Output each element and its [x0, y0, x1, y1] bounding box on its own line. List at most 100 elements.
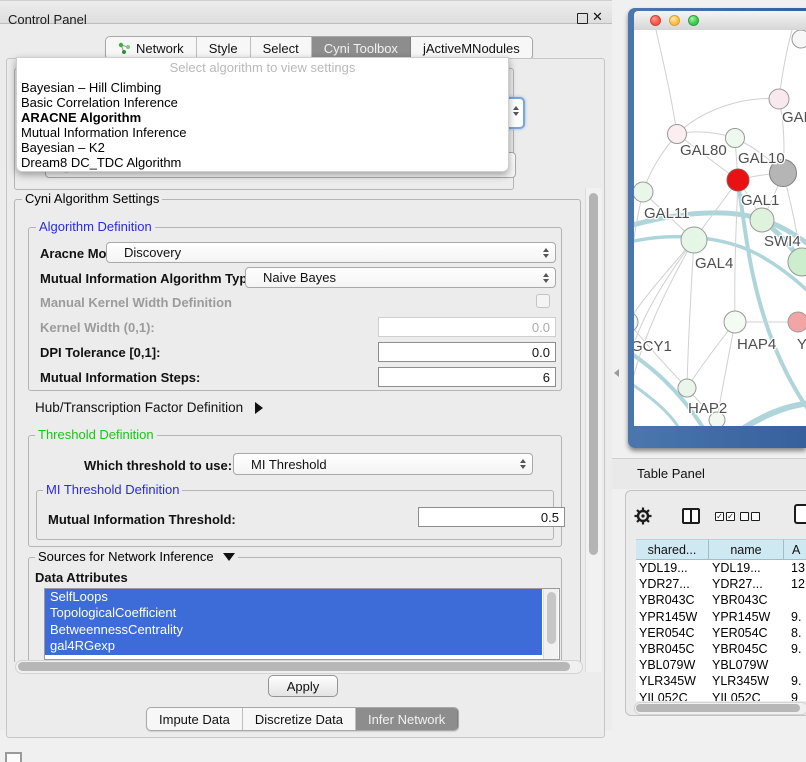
list-item[interactable]: TopologicalCoefficient — [45, 605, 542, 621]
popup-placeholder: Select algorithm to view settings — [17, 58, 508, 80]
table-row[interactable]: YER054CYER054C8. — [636, 625, 806, 641]
popup-item-selected[interactable]: ARACNE Algorithm — [17, 110, 508, 125]
table-row[interactable]: YDL19...YDL19...13 — [636, 560, 806, 576]
apply-button[interactable]: Apply — [268, 675, 338, 697]
close-traffic-light-icon[interactable] — [650, 15, 661, 26]
data-attributes-list[interactable]: SelfLoops TopologicalCoefficient Between… — [44, 588, 560, 660]
unchecked-checkbox-icon[interactable] — [740, 512, 749, 521]
page-icon[interactable] — [794, 504, 806, 524]
data-attributes-label: Data Attributes — [35, 570, 128, 585]
node-label: GAL4 — [695, 255, 733, 272]
settings-vertical-scrollbar[interactable] — [585, 188, 602, 672]
node[interactable] — [724, 311, 746, 333]
column-header[interactable]: A — [784, 539, 806, 560]
tab-cyni-toolbox[interactable]: Cyni Toolbox — [312, 37, 411, 59]
tab-impute-data[interactable]: Impute Data — [147, 708, 243, 730]
table-row[interactable]: YBL079WYBL079W — [636, 657, 806, 673]
node[interactable] — [726, 129, 745, 148]
table-row[interactable]: YIL052CYIL052C9 — [636, 690, 806, 702]
control-panel-title: Control Panel — [8, 12, 87, 27]
divider-collapse-icon[interactable] — [614, 369, 619, 377]
table-row[interactable]: YBR043CYBR043C — [636, 592, 806, 608]
collapse-down-icon[interactable] — [223, 553, 235, 561]
popup-item[interactable]: Mutual Information Inference — [17, 125, 508, 140]
node[interactable] — [668, 125, 687, 144]
kernel-width-field[interactable] — [378, 317, 556, 337]
sources-group-title[interactable]: Sources for Network Inference — [35, 550, 238, 564]
list-vertical-scrollbar[interactable] — [543, 589, 558, 659]
popup-item[interactable]: Bayesian – Hill Climbing — [17, 80, 508, 95]
tab-select[interactable]: Select — [251, 37, 312, 59]
settings-horizontal-scrollbar[interactable] — [15, 660, 583, 674]
list-item[interactable]: gal4RGexp — [45, 638, 542, 654]
column-header[interactable]: name — [709, 539, 784, 560]
aracne-mode-combobox[interactable]: Discovery — [106, 242, 556, 263]
mi-algorithm-type-combobox[interactable]: Naive Bayes — [245, 267, 556, 288]
mi-steps-field[interactable] — [378, 367, 556, 387]
node-label: HAP4 — [737, 336, 776, 353]
node[interactable] — [788, 248, 806, 276]
node-selected-red[interactable] — [727, 169, 749, 191]
popup-item[interactable]: Bayesian – K2 — [17, 140, 508, 155]
control-panel-titlebar[interactable] — [0, 0, 612, 24]
list-item[interactable]: BetweennessCentrality — [45, 622, 542, 638]
minimize-traffic-light-icon[interactable] — [669, 15, 680, 26]
expand-right-icon[interactable] — [255, 402, 263, 414]
checked-checkbox-icon[interactable]: ✓ — [726, 512, 735, 521]
node-table[interactable]: shared... name A YDL19...YDL19...13 YDR2… — [636, 539, 806, 701]
list-item[interactable]: SelfLoops — [45, 589, 542, 605]
node[interactable] — [634, 312, 638, 332]
algorithm-definition-title: Algorithm Definition — [36, 220, 155, 234]
threshold-definition-title: Threshold Definition — [35, 428, 157, 442]
which-threshold-combobox[interactable]: MI Threshold — [233, 453, 533, 475]
node-labels: GAL8 GAL80 GAL10 GAL1 GAL11 SWI4 GAL4 GC… — [634, 109, 806, 417]
node[interactable] — [634, 182, 653, 202]
minimized-window-icon[interactable] — [5, 752, 22, 762]
node-label: Y — [797, 336, 806, 353]
network-window-titlebar[interactable] — [634, 11, 806, 31]
algorithm-dropdown-popup: Select algorithm to view settings Bayesi… — [16, 57, 509, 172]
table-horizontal-scrollbar[interactable] — [634, 702, 806, 715]
node-label: GCY1 — [634, 338, 672, 355]
node[interactable] — [788, 312, 806, 332]
node[interactable] — [678, 379, 696, 397]
node-label: SWI4 — [764, 233, 801, 250]
gear-icon[interactable] — [634, 507, 652, 525]
checked-checkbox-icon[interactable]: ✓ — [715, 512, 724, 521]
node-label: GAL8 — [782, 109, 806, 126]
table-row[interactable]: YDR27...YDR27...12 — [636, 576, 806, 592]
tab-discretize-data[interactable]: Discretize Data — [243, 708, 356, 730]
node[interactable] — [750, 208, 774, 232]
hub-definition-expander[interactable]: Hub/Transcription Factor Definition — [35, 400, 263, 415]
mi-steps-label: Mutual Information Steps: — [40, 370, 200, 385]
table-panel: ✓ ✓ shared... name A YDL19...YDL19...13 … — [625, 490, 806, 716]
tab-style[interactable]: Style — [197, 37, 251, 59]
tab-network[interactable]: Network — [106, 37, 197, 59]
node[interactable] — [792, 30, 806, 48]
table-row[interactable]: YPR145WYPR145W9. — [636, 609, 806, 625]
popup-item[interactable]: Dream8 DC_TDC Algorithm — [17, 155, 508, 170]
column-header[interactable]: shared... — [636, 539, 709, 560]
split-columns-icon[interactable] — [682, 508, 700, 524]
table-row[interactable]: YLR345WYLR345W9. — [636, 673, 806, 689]
tab-infer-network[interactable]: Infer Network — [356, 708, 458, 730]
popup-item[interactable]: Basic Correlation Inference — [17, 95, 508, 110]
zoom-traffic-light-icon[interactable] — [688, 15, 699, 26]
tab-jactivemnodules[interactable]: jActiveMNodules — [411, 37, 532, 59]
network-canvas[interactable]: GAL8 GAL80 GAL10 GAL1 GAL11 SWI4 GAL4 GC… — [634, 30, 806, 426]
node-label: GAL1 — [741, 192, 779, 209]
manual-kernel-width-checkbox[interactable] — [536, 294, 550, 308]
unchecked-checkbox-icon[interactable] — [751, 512, 760, 521]
close-icon[interactable]: ✕ — [592, 9, 603, 25]
node-label: HAP2 — [688, 400, 727, 417]
dpi-tolerance-label: DPI Tolerance [0,1]: — [40, 345, 160, 360]
table-row[interactable]: YBR045CYBR045C9. — [636, 641, 806, 657]
mi-threshold-field[interactable] — [418, 507, 565, 527]
node[interactable] — [769, 89, 789, 109]
kernel-width-label: Kernel Width (0,1): — [40, 320, 155, 335]
node[interactable] — [681, 227, 707, 253]
dpi-tolerance-field[interactable] — [378, 342, 556, 362]
bottom-tabs: Impute Data Discretize Data Infer Networ… — [146, 707, 459, 731]
float-window-icon[interactable] — [577, 13, 588, 24]
which-threshold-label: Which threshold to use: — [84, 458, 232, 473]
